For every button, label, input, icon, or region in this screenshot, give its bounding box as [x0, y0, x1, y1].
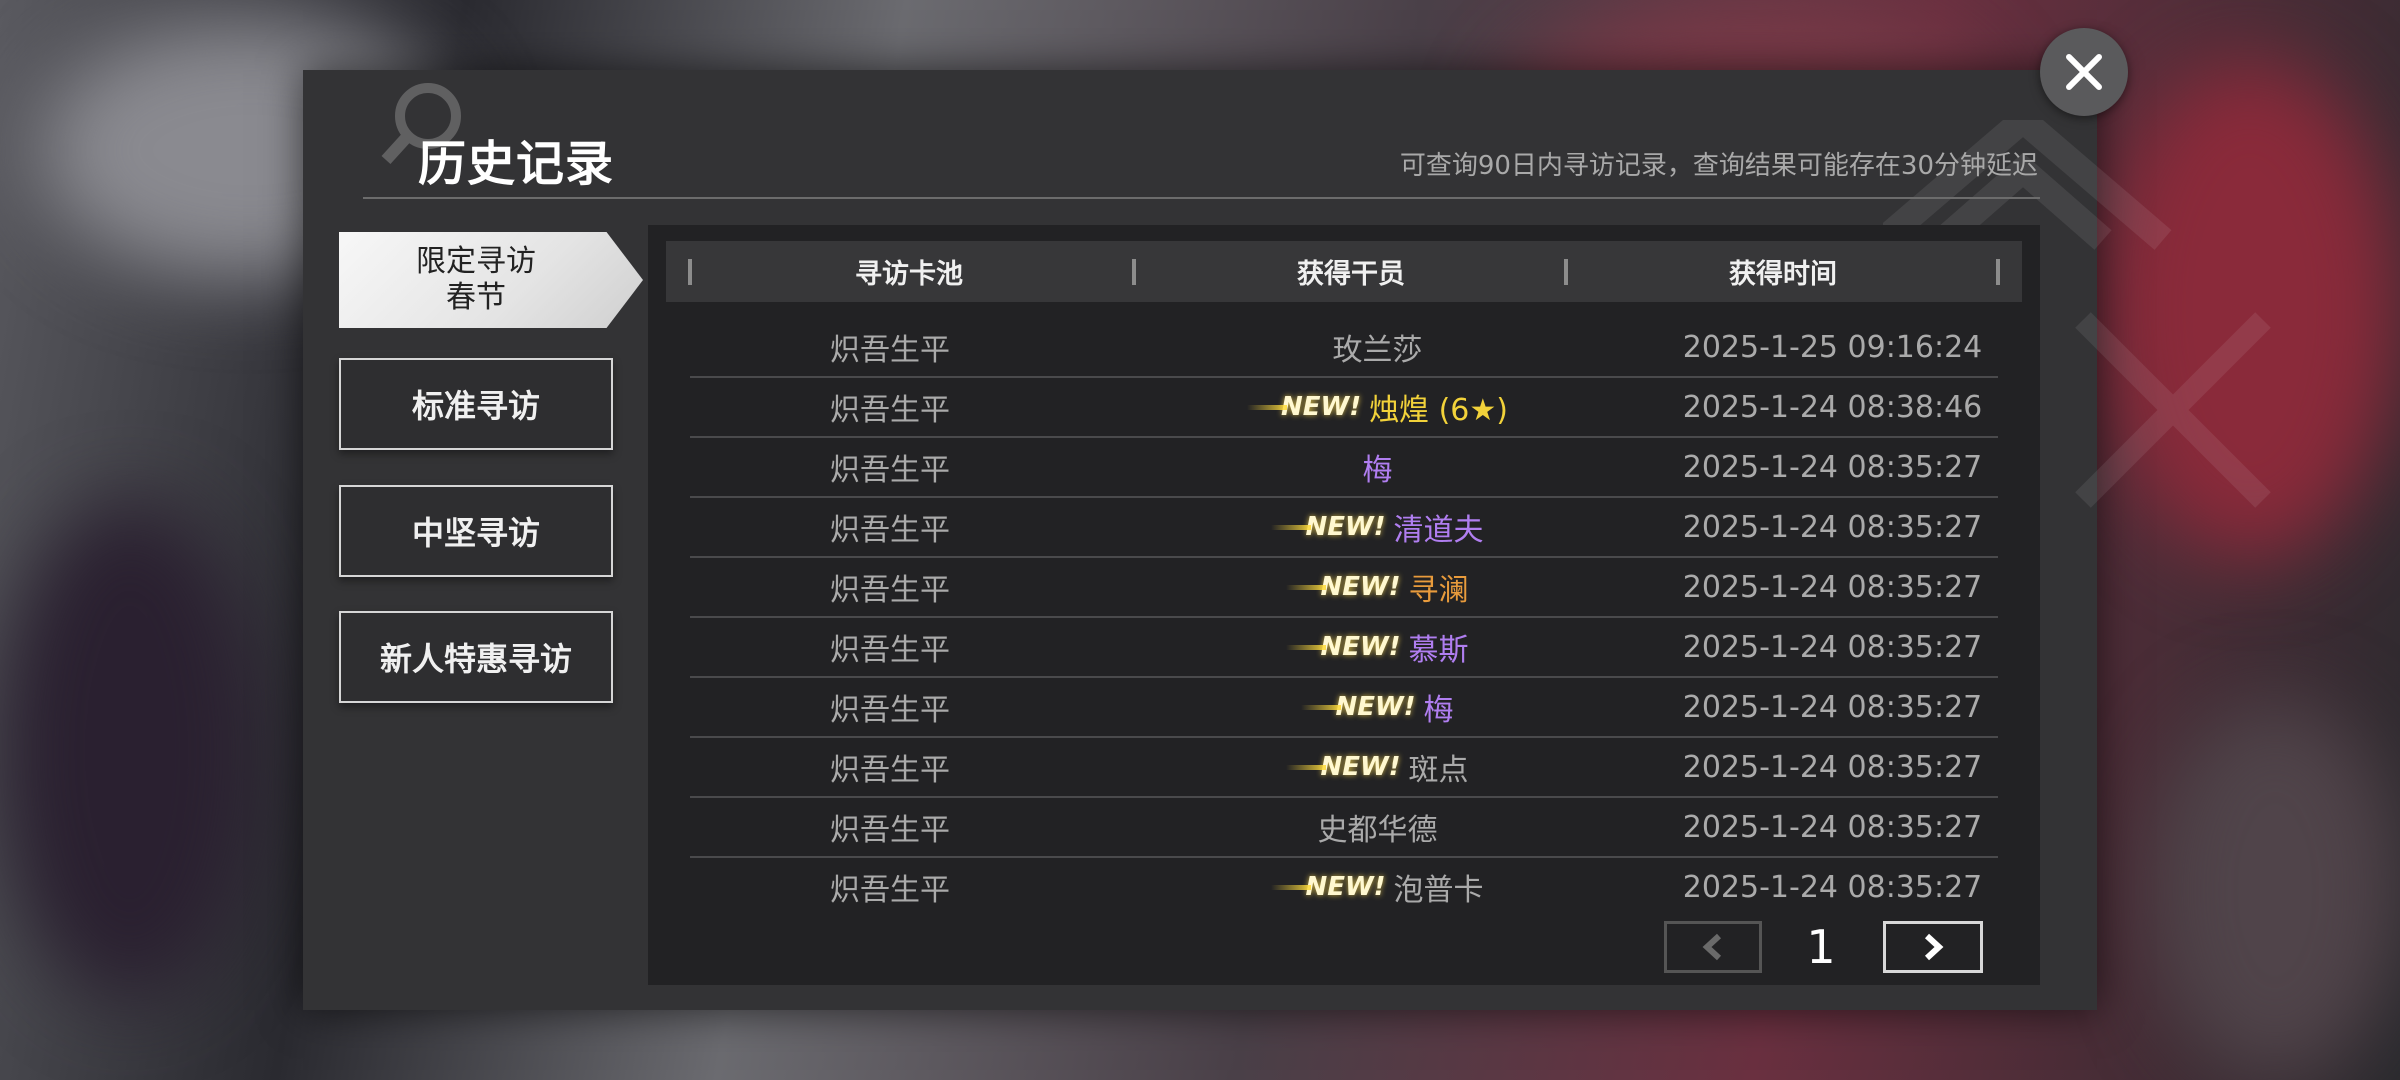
table-row: 炽吾生平 NEW! 烛煌 (6★) 2025-1-24 08:38:46 [690, 378, 1998, 438]
cell-pool: 炽吾生平 [830, 873, 950, 908]
operator-name: 斑点 [1408, 753, 1469, 788]
table-row: 炽吾生平 NEW! 泡普卡 2025-1-24 08:35:27 [690, 858, 1998, 918]
new-badge: NEW! [1286, 572, 1401, 602]
background-blur [2150, 700, 2400, 1080]
cell-time: 2025-1-24 08:35:27 [1682, 449, 1983, 485]
chevron-left-icon [1702, 933, 1722, 961]
table-row: 炽吾生平 梅 2025-1-24 08:35:27 [690, 438, 1998, 498]
operator-name: 玫兰莎 [1332, 333, 1423, 368]
cell-pool: 炽吾生平 [830, 333, 950, 368]
chevron-right-icon [1924, 933, 1944, 961]
cell-pool: 炽吾生平 [830, 633, 950, 668]
column-header-operator: 获得干员 [1297, 259, 1405, 290]
new-badge: NEW! [1271, 512, 1386, 542]
cell-operator: NEW! 寻澜 [1090, 558, 1665, 616]
prev-page-button[interactable] [1664, 921, 1762, 973]
dialog-subtitle: 可查询90日内寻访记录，查询结果可能存在30分钟延迟 [1399, 151, 2038, 181]
column-header-time: 获得时间 [1729, 259, 1837, 290]
cell-time: 2025-1-25 09:16:24 [1682, 329, 1983, 365]
operator-name: 清道夫 [1393, 513, 1484, 548]
cell-time: 2025-1-24 08:35:27 [1682, 569, 1983, 605]
operator-name: 烛煌 (6★) [1369, 393, 1508, 428]
tab-limited-spring-festival[interactable]: 限定寻访 春节 [339, 232, 643, 328]
tab-label-line2: 春节 [446, 280, 506, 315]
new-badge: NEW! [1301, 692, 1416, 722]
table-row: 炽吾生平 NEW! 清道夫 2025-1-24 08:35:27 [690, 498, 1998, 558]
close-button[interactable] [2040, 28, 2128, 116]
game-screen: 历史记录 可查询90日内寻访记录，查询结果可能存在30分钟延迟 限定寻访 春节 … [0, 0, 2400, 1080]
cell-operator: 梅 [1090, 438, 1665, 496]
cell-pool: 炽吾生平 [830, 453, 950, 488]
tab-label: 中坚寻访 [411, 514, 540, 552]
cell-time: 2025-1-24 08:35:27 [1682, 869, 1983, 905]
cell-time: 2025-1-24 08:35:27 [1682, 749, 1983, 785]
cell-pool: 炽吾生平 [830, 393, 950, 428]
cell-pool: 炽吾生平 [830, 513, 950, 548]
operator-name: 泡普卡 [1393, 873, 1484, 908]
close-icon [2066, 54, 2102, 90]
cell-operator: 玫兰莎 [1090, 318, 1665, 376]
cell-operator: NEW! 梅 [1090, 678, 1665, 736]
new-badge: NEW! [1286, 632, 1401, 662]
cell-operator: NEW! 泡普卡 [1090, 858, 1665, 916]
operator-name: 寻澜 [1408, 573, 1469, 608]
cell-operator: 史都华德 [1090, 798, 1665, 856]
table-row: 炽吾生平 玫兰莎 2025-1-25 09:16:24 [690, 318, 1998, 378]
table-row: 炽吾生平 NEW! 斑点 2025-1-24 08:35:27 [690, 738, 1998, 798]
table-row: 炽吾生平 NEW! 寻澜 2025-1-24 08:35:27 [690, 558, 1998, 618]
tab-label-line1: 限定寻访 [416, 244, 536, 279]
tab-core[interactable]: 中坚寻访 [339, 485, 613, 577]
operator-name: 梅 [1362, 453, 1393, 488]
table-header: 寻访卡池 获得干员 获得时间 [666, 241, 2022, 302]
tab-label: 标准寻访 [411, 387, 540, 425]
tab-standard[interactable]: 标准寻访 [339, 358, 613, 450]
background-blur [0, 500, 260, 1000]
column-header-pool: 寻访卡池 [855, 259, 963, 290]
new-badge: NEW! [1286, 752, 1401, 782]
cell-pool: 炽吾生平 [830, 813, 950, 848]
table-row: 炽吾生平 NEW! 梅 2025-1-24 08:35:27 [690, 678, 1998, 738]
tab-label: 新人特惠寻访 [379, 640, 572, 678]
cell-pool: 炽吾生平 [830, 753, 950, 788]
cell-time: 2025-1-24 08:35:27 [1682, 629, 1983, 665]
cell-time: 2025-1-24 08:35:27 [1682, 809, 1983, 845]
next-page-button[interactable] [1883, 921, 1983, 973]
operator-name: 史都华德 [1317, 813, 1438, 848]
cell-operator: NEW! 清道夫 [1090, 498, 1665, 556]
operator-name: 梅 [1423, 693, 1454, 728]
cell-pool: 炽吾生平 [830, 693, 950, 728]
new-badge: NEW! [1271, 872, 1386, 902]
cell-operator: NEW! 斑点 [1090, 738, 1665, 796]
current-page-number: 1 [1806, 920, 1836, 974]
cell-time: 2025-1-24 08:35:27 [1682, 689, 1983, 725]
dialog-title: 历史记录 [418, 136, 615, 192]
table-row: 炽吾生平 史都华德 2025-1-24 08:35:27 [690, 798, 1998, 858]
table-row: 炽吾生平 NEW! 慕斯 2025-1-24 08:35:27 [690, 618, 1998, 678]
header-separator [1996, 259, 2000, 285]
cell-pool: 炽吾生平 [830, 573, 950, 608]
cell-operator: NEW! 烛煌 (6★) [1090, 378, 1665, 436]
cell-time: 2025-1-24 08:35:27 [1682, 509, 1983, 545]
new-badge: NEW! [1247, 392, 1361, 422]
cell-time: 2025-1-24 08:38:46 [1682, 389, 1983, 425]
tab-newcomer[interactable]: 新人特惠寻访 [339, 611, 613, 703]
title-divider [363, 197, 2040, 199]
operator-name: 慕斯 [1408, 633, 1469, 668]
cell-operator: NEW! 慕斯 [1090, 618, 1665, 676]
